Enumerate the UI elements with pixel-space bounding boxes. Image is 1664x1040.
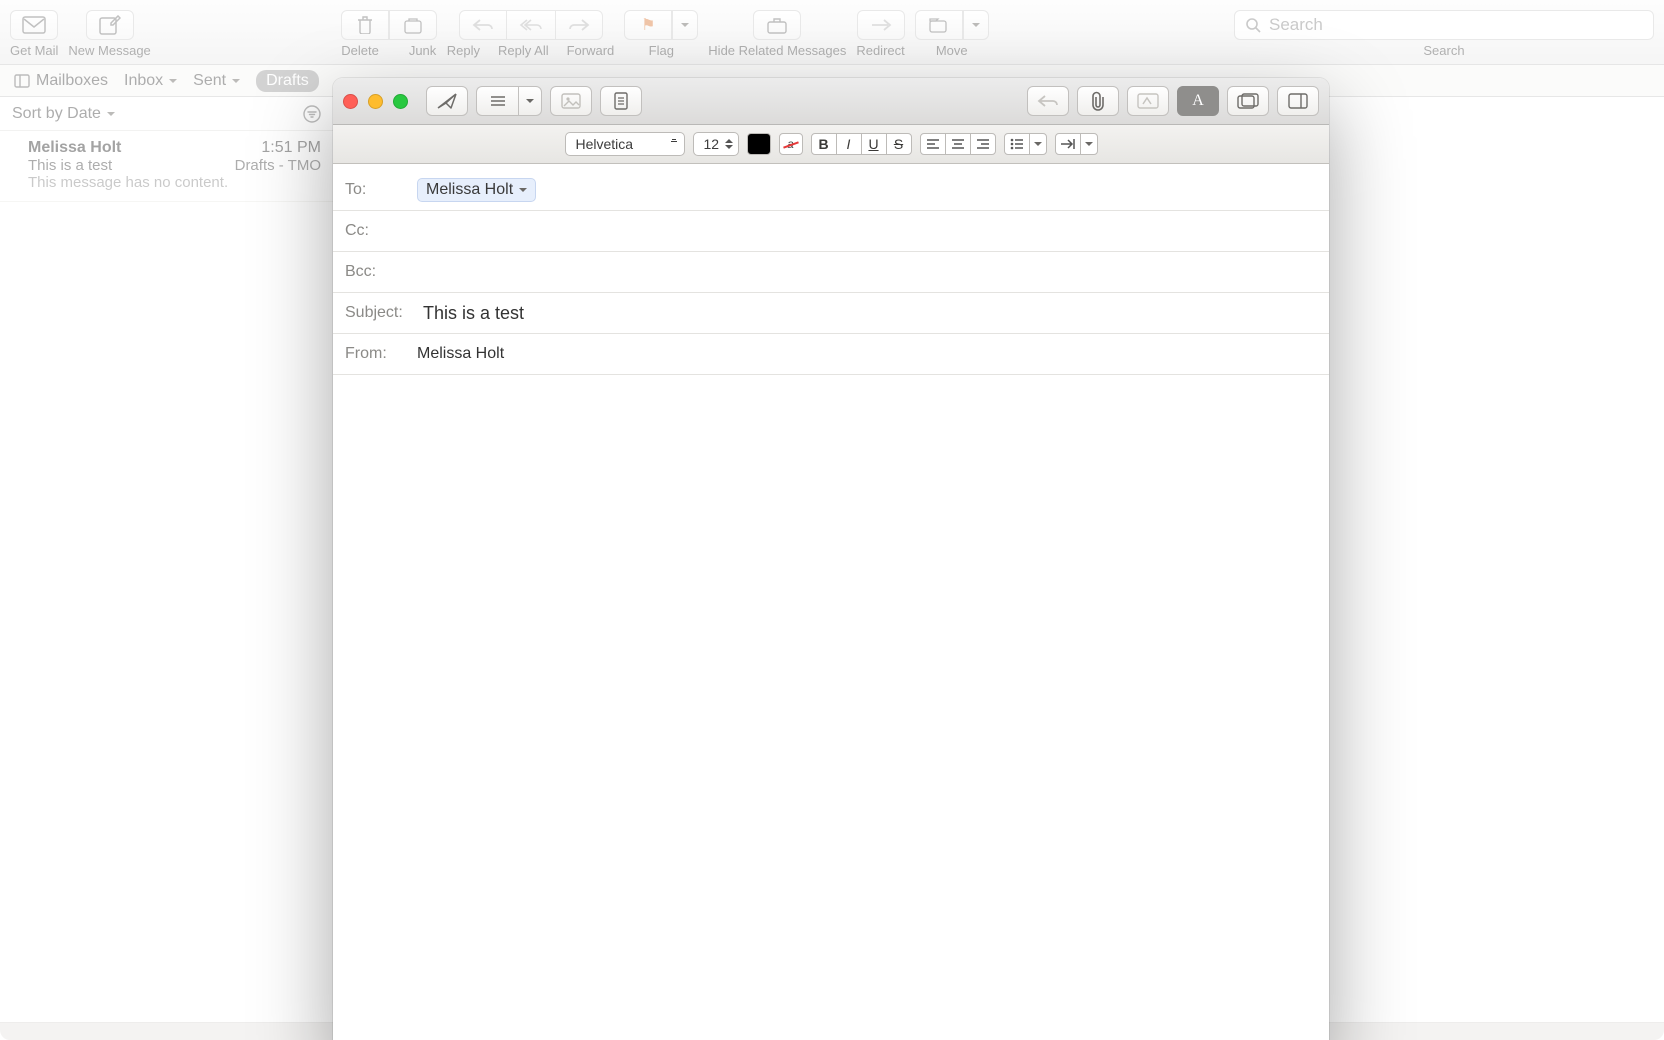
bold-button[interactable]: B <box>811 133 837 155</box>
window-controls <box>343 94 408 109</box>
send-button[interactable] <box>426 86 468 116</box>
markup-button[interactable] <box>1127 86 1169 116</box>
photo-browser-button[interactable] <box>1227 86 1269 116</box>
italic-button[interactable]: I <box>836 133 862 155</box>
align-right-icon <box>976 138 990 150</box>
chevron-down-icon <box>1085 142 1093 150</box>
cc-label: Cc: <box>345 222 405 240</box>
photos-icon <box>1237 93 1259 109</box>
format-toggle-button[interactable]: A <box>1177 86 1219 116</box>
list-group <box>1004 133 1047 155</box>
list-button[interactable] <box>1004 133 1030 155</box>
align-center-button[interactable] <box>945 133 971 155</box>
indent-button[interactable] <box>1055 133 1081 155</box>
align-group <box>920 133 996 155</box>
bg-color-a-icon: a <box>787 137 794 151</box>
style-group: B I U S <box>811 133 912 155</box>
list-menu-button[interactable] <box>1029 133 1047 155</box>
font-size-value: 12 <box>704 136 720 152</box>
from-label: From: <box>345 345 405 363</box>
compose-toolbar: A <box>333 78 1329 125</box>
stepper-arrows-icon <box>725 135 735 153</box>
font-size-stepper[interactable]: 12 <box>693 132 739 156</box>
header-fields-menu[interactable] <box>518 86 542 116</box>
from-value: Melissa Holt <box>417 345 504 363</box>
font-family-select[interactable]: Helvetica <box>565 132 685 156</box>
to-recipient-name: Melissa Holt <box>426 181 513 199</box>
show-sidebar-button[interactable] <box>1277 86 1319 116</box>
bullet-list-icon <box>1010 138 1024 150</box>
bcc-label: Bcc: <box>345 263 405 281</box>
indent-icon <box>1060 138 1076 150</box>
paperclip-icon <box>1089 91 1107 111</box>
chevron-down-icon <box>519 188 527 196</box>
align-left-icon <box>926 138 940 150</box>
bcc-row[interactable]: Bcc: <box>333 252 1329 293</box>
align-center-icon <box>951 138 965 150</box>
compose-window: A Helvetica 12 a B I <box>333 78 1329 1040</box>
to-recipient-token[interactable]: Melissa Holt <box>417 178 536 202</box>
subject-row[interactable]: Subject: <box>333 293 1329 334</box>
header-fields-button[interactable] <box>476 86 518 116</box>
list-icon <box>489 94 507 108</box>
format-a-icon: A <box>1192 92 1204 110</box>
insert-image-button[interactable] <box>550 86 592 116</box>
reply-icon <box>1037 94 1059 108</box>
text-color-swatch[interactable] <box>747 133 771 155</box>
chevron-down-icon <box>1034 142 1042 150</box>
font-family-value: Helvetica <box>576 136 634 152</box>
stationery-button[interactable] <box>600 86 642 116</box>
subject-label: Subject: <box>345 304 411 322</box>
align-left-button[interactable] <box>920 133 946 155</box>
panel-icon <box>1288 93 1308 109</box>
cc-row[interactable]: Cc: <box>333 211 1329 252</box>
to-label: To: <box>345 181 405 199</box>
attach-button[interactable] <box>1077 86 1119 116</box>
strike-button[interactable]: S <box>886 133 912 155</box>
close-button[interactable] <box>343 94 358 109</box>
subject-input[interactable] <box>423 303 1317 324</box>
bg-color-swatch[interactable]: a <box>779 133 803 155</box>
to-row[interactable]: To: Melissa Holt <box>333 170 1329 211</box>
compose-headers: To: Melissa Holt Cc: Bcc: Subject: From:… <box>333 164 1329 375</box>
document-icon <box>612 92 630 110</box>
indent-menu-button[interactable] <box>1080 133 1098 155</box>
from-row[interactable]: From: Melissa Holt <box>333 334 1329 375</box>
format-bar: Helvetica 12 a B I U S <box>333 125 1329 164</box>
chevron-down-icon <box>526 99 534 107</box>
compose-body[interactable] <box>333 375 1329 1040</box>
align-right-button[interactable] <box>970 133 996 155</box>
image-icon <box>561 93 581 109</box>
markup-icon <box>1137 93 1159 109</box>
underline-button[interactable]: U <box>861 133 887 155</box>
minimize-button[interactable] <box>368 94 383 109</box>
send-icon <box>436 92 458 110</box>
zoom-button[interactable] <box>393 94 408 109</box>
reply-toolbar-button[interactable] <box>1027 86 1069 116</box>
indent-group <box>1055 133 1098 155</box>
